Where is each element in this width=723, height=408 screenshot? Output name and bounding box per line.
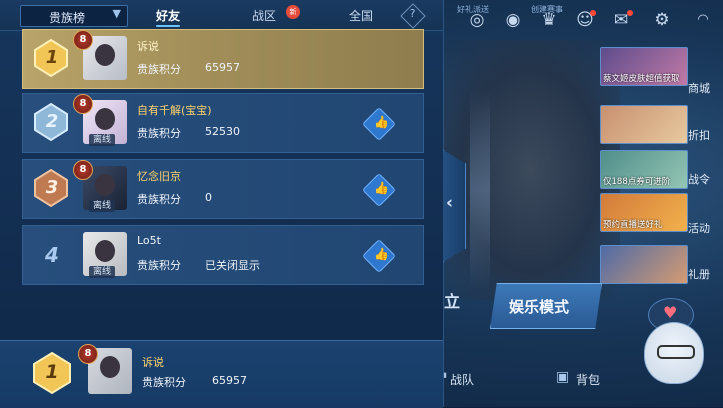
mail-notification-dot (627, 10, 633, 16)
thumbs-up-icon: 👍 (373, 115, 389, 130)
points-value: 0 (205, 191, 212, 204)
rank-number: 3 (45, 177, 59, 198)
side-card-shop-text: 蔡文姬皮肤超值获取 (603, 74, 680, 84)
leaderboard-tabs: 贵族榜 ▼ 好友 战区 新 全国 ? (0, 0, 443, 31)
tab-friends[interactable]: 好友 (156, 7, 180, 24)
heart-icon: ♥ (663, 303, 678, 322)
chevron-left-icon: ‹ (446, 193, 454, 213)
points-label: 贵族积分 (137, 259, 181, 272)
mascot-assistant[interactable] (644, 322, 704, 384)
hero-art (440, 40, 620, 300)
points-value: 已关闭显示 (205, 259, 260, 272)
bottom-nav-team[interactable]: 战队 (450, 371, 474, 388)
like-button[interactable]: 👍 (362, 107, 396, 141)
entertainment-mode-button[interactable]: 娱乐模式 (490, 283, 602, 329)
collapse-panel-button[interactable]: ‹ (443, 150, 466, 262)
thumbs-up-icon: 👍 (373, 181, 389, 196)
side-card-battle-pass[interactable]: 仅188点券可进阶 (600, 150, 688, 189)
side-label-event[interactable]: 活动 (688, 220, 710, 236)
leaderboard-row[interactable]: 3 8 离线 忆念旧京 贵族积分 0 👍 (22, 159, 424, 219)
rank-number: 1 (45, 47, 59, 68)
leaderboard-type-label: 贵族榜 (49, 11, 86, 25)
wifi-icon: ◠ (697, 12, 709, 27)
side-label-battle-pass[interactable]: 战令 (688, 171, 710, 187)
side-label-discount[interactable]: 折扣 (688, 127, 710, 143)
bottom-nav-backpack[interactable]: 背包 (576, 371, 600, 388)
side-card-event-text: 预约直播送好礼 (603, 220, 663, 230)
leaderboard-row[interactable]: 4 离线 Lo5t 贵族积分 已关闭显示 👍 (22, 225, 424, 285)
player-name: 忆念旧京 (137, 170, 181, 183)
entertainment-mode-label: 娱乐模式 (509, 298, 570, 316)
like-button[interactable]: 👍 (362, 173, 396, 207)
tab-friends-indicator (156, 25, 180, 27)
leaderboard-type-select[interactable]: 贵族榜 ▼ (20, 5, 128, 27)
points-value: 52530 (205, 125, 240, 138)
leaderboard-row[interactable]: 1 8 诉说 贵族积分 65957 (22, 29, 424, 89)
mode-left-label[interactable]: 立 (444, 288, 460, 312)
side-label-shop[interactable]: 商城 (688, 80, 710, 96)
self-noble-level-badge: 8 (78, 344, 98, 364)
side-label-gift-book[interactable]: 礼册 (688, 266, 710, 282)
player-name: 自有千解(宝宝) (137, 104, 212, 117)
offline-tag: 离线 (89, 266, 116, 278)
points-label: 贵族积分 (137, 63, 181, 76)
noble-level-badge: 8 (73, 94, 93, 114)
side-card-shop[interactable]: 蔡文姬皮肤超值获取 (600, 47, 688, 86)
backpack-icon: ▣ (556, 369, 570, 385)
self-rank-number: 1 (45, 361, 59, 383)
help-icon-glyph: ? (409, 6, 416, 20)
rank-number: 2 (45, 111, 59, 132)
tab-national[interactable]: 全国 (349, 7, 373, 24)
trophy-icon[interactable]: ♛ (537, 8, 561, 32)
self-points-value: 65957 (212, 374, 247, 387)
points-label: 贵族积分 (137, 127, 181, 140)
eye-icon[interactable]: ◉ (501, 8, 525, 32)
friends-notification-dot (590, 10, 596, 16)
new-badge: 新 (286, 5, 300, 19)
rank-number: 4 (45, 243, 59, 267)
help-icon[interactable]: ? (400, 3, 426, 29)
like-button[interactable]: 👍 (362, 239, 396, 273)
target-icon[interactable]: ◎ (465, 8, 489, 32)
points-label: 贵族积分 (137, 193, 181, 206)
side-card-discount[interactable] (600, 105, 688, 144)
chevron-down-icon: ▼ (112, 7, 121, 20)
offline-tag: 离线 (89, 200, 116, 212)
leaderboard-panel: 贵族榜 ▼ 好友 战区 新 全国 ? 1 8 诉说 贵族积分 65957 2 8… (0, 0, 444, 408)
leaderboard-row[interactable]: 2 8 离线 自有千解(宝宝) 贵族积分 52530 👍 (22, 93, 424, 153)
side-card-battle-pass-text: 仅188点券可进阶 (603, 177, 671, 187)
tab-region[interactable]: 战区 (252, 7, 276, 24)
self-points-label: 贵族积分 (142, 376, 186, 389)
noble-level-badge: 8 (73, 160, 93, 180)
side-card-gift-book[interactable] (600, 245, 688, 284)
gear-icon[interactable]: ⚙ (650, 8, 674, 32)
player-name: Lo5t (137, 234, 161, 247)
self-player-name: 诉说 (142, 356, 164, 369)
hero-art-highlight (470, 90, 490, 290)
points-value: 65957 (205, 61, 240, 74)
thumbs-up-icon: 👍 (373, 247, 389, 262)
self-rank-bar: 1 8 诉说 贵族积分 65957 (0, 340, 443, 408)
side-card-event[interactable]: 预约直播送好礼 (600, 193, 688, 232)
offline-tag: 离线 (89, 134, 116, 146)
player-name: 诉说 (137, 40, 159, 53)
noble-level-badge: 8 (73, 30, 93, 50)
mascot-glasses (657, 345, 695, 359)
top-toolbar: 好礼派送 创建赛事 ◎ ◉ ♛ ☺ ✉ ⚙ ◠ (455, 5, 723, 34)
